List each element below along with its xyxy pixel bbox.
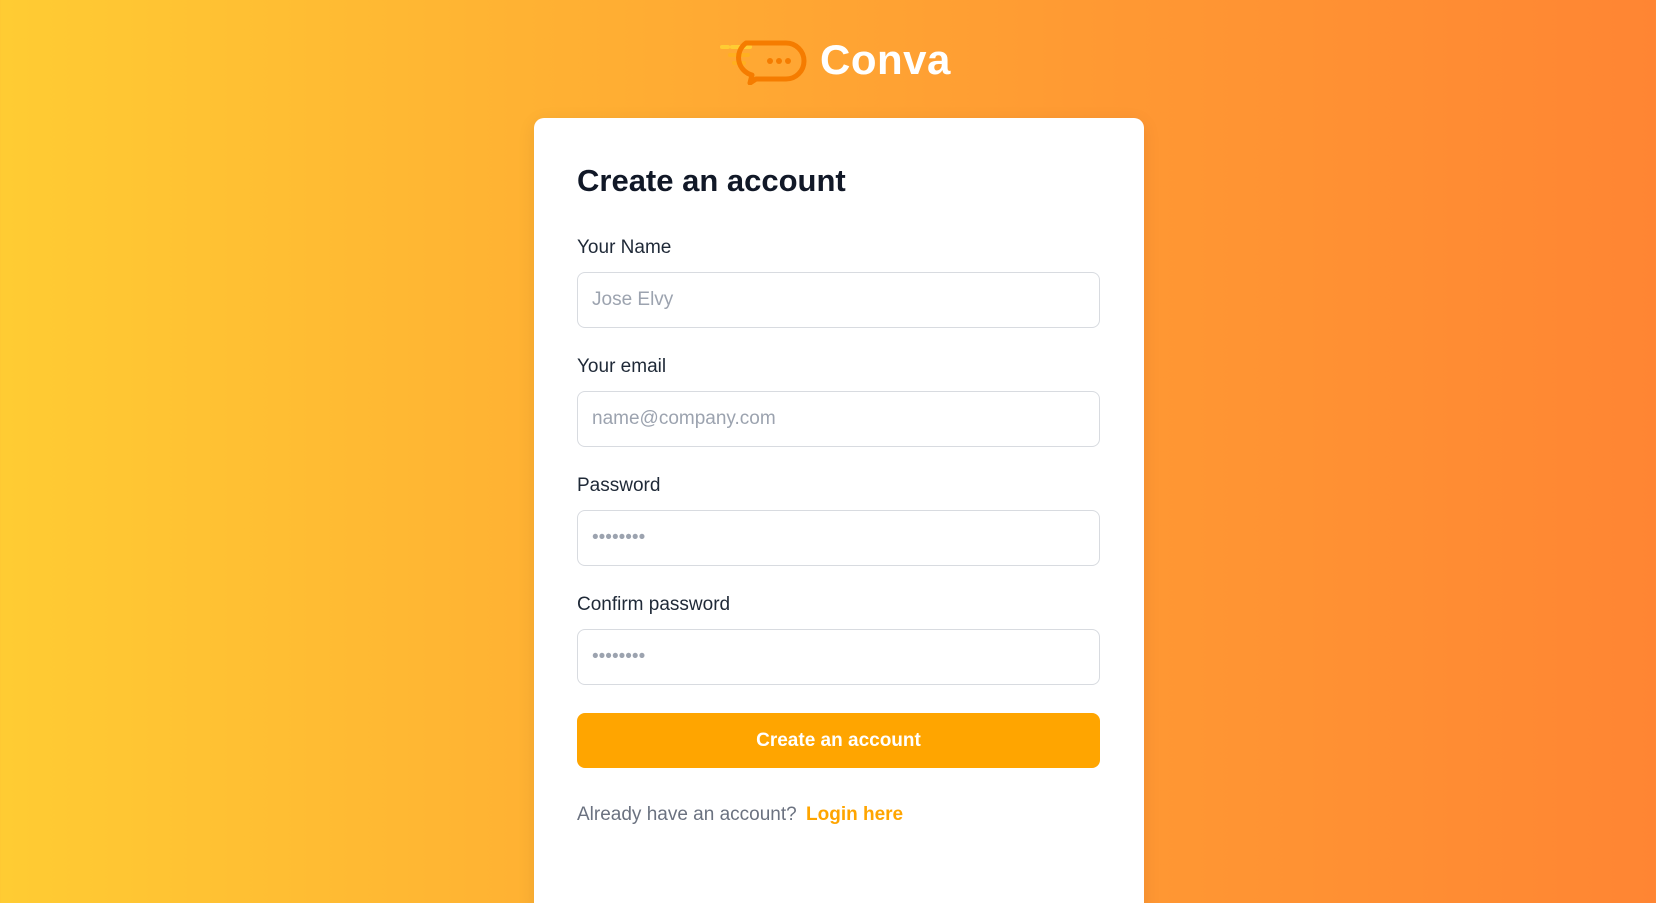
confirm-password-input[interactable]: [577, 629, 1100, 686]
password-input[interactable]: [577, 510, 1100, 567]
email-label: Your email: [577, 356, 667, 378]
name-input[interactable]: [577, 272, 1100, 329]
brand-header: Conva: [720, 30, 951, 90]
password-label: Password: [577, 475, 661, 497]
login-link[interactable]: Login here: [806, 804, 903, 825]
create-account-button[interactable]: Create an account: [577, 713, 1100, 769]
name-field-group: Your Name: [577, 237, 1101, 329]
email-input[interactable]: [577, 391, 1100, 448]
confirm-password-label: Confirm password: [577, 594, 731, 616]
login-prompt-text: Already have an account?: [577, 804, 797, 826]
confirm-password-field-group: Confirm password: [577, 594, 1101, 686]
page-title: Create an account: [577, 163, 846, 198]
name-label: Your Name: [577, 237, 672, 259]
brand-name: Conva: [820, 36, 951, 83]
chat-bubble-logo-icon: [720, 40, 807, 85]
email-field-group: Your email: [577, 356, 1101, 448]
password-field-group: Password: [577, 475, 1101, 567]
login-prompt-line: Already have an account? Login here: [577, 804, 1101, 826]
signup-card: Create an account Your Name Your email P…: [534, 118, 1144, 903]
